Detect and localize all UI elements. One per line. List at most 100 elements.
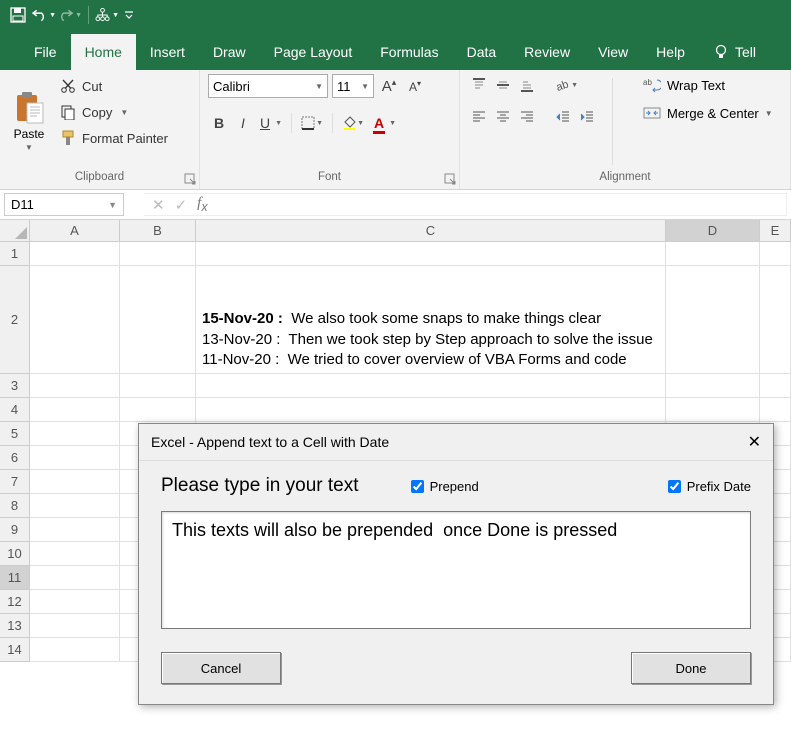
italic-button[interactable]: I <box>232 112 254 134</box>
cut-button[interactable]: Cut <box>56 74 172 98</box>
dialog-textarea[interactable] <box>161 511 751 629</box>
col-header-E[interactable]: E <box>760 220 791 242</box>
cancel-button[interactable]: Cancel <box>161 652 281 684</box>
cell[interactable] <box>30 446 120 470</box>
redo-button[interactable]: ▼ <box>58 3 82 27</box>
decrease-indent-button[interactable] <box>552 106 574 128</box>
row-header-4[interactable]: 4 <box>0 398 30 422</box>
cell[interactable] <box>30 638 120 662</box>
row-header-11[interactable]: 11 <box>0 566 30 590</box>
font-name-combo[interactable]: Calibri ▼ <box>208 74 328 98</box>
insert-function-button[interactable]: fx <box>197 195 207 214</box>
tab-draw[interactable]: Draw <box>199 34 260 70</box>
copy-button[interactable]: Copy ▼ <box>56 100 172 124</box>
increase-indent-button[interactable] <box>576 106 598 128</box>
prepend-checkbox-input[interactable] <box>411 480 424 493</box>
done-button[interactable]: Done <box>631 652 751 684</box>
clipboard-launcher-icon[interactable] <box>184 173 197 186</box>
row-header-13[interactable]: 13 <box>0 614 30 638</box>
tab-file[interactable]: File <box>20 34 71 70</box>
tab-review[interactable]: Review <box>510 34 584 70</box>
tab-formulas[interactable]: Formulas <box>366 34 452 70</box>
cell[interactable] <box>760 266 791 374</box>
row-header-6[interactable]: 6 <box>0 446 30 470</box>
tab-pagelayout[interactable]: Page Layout <box>260 34 367 70</box>
cell[interactable] <box>30 494 120 518</box>
align-right-button[interactable] <box>516 106 538 128</box>
col-header-C[interactable]: C <box>196 220 666 242</box>
close-icon[interactable]: ✕ <box>748 432 761 452</box>
font-launcher-icon[interactable] <box>444 173 457 186</box>
cell[interactable] <box>666 374 760 398</box>
bold-button[interactable]: B <box>208 112 230 134</box>
cell[interactable] <box>30 542 120 566</box>
align-top-button[interactable] <box>468 74 490 96</box>
paste-button[interactable]: Paste ▼ <box>8 74 50 169</box>
cell[interactable] <box>666 242 760 266</box>
decrease-font-button[interactable]: A▾ <box>404 75 426 97</box>
fill-color-button[interactable]: ▼ <box>338 112 368 134</box>
cell[interactable] <box>30 566 120 590</box>
cell[interactable] <box>30 374 120 398</box>
underline-button[interactable]: U▼ <box>256 112 286 134</box>
tab-data[interactable]: Data <box>453 34 511 70</box>
increase-font-button[interactable]: A▴ <box>378 75 400 97</box>
col-header-B[interactable]: B <box>120 220 196 242</box>
row-header-5[interactable]: 5 <box>0 422 30 446</box>
cell[interactable] <box>760 242 791 266</box>
prefix-date-checkbox-input[interactable] <box>668 480 681 493</box>
cancel-formula-icon[interactable]: ✕ <box>152 196 165 214</box>
cell[interactable] <box>666 266 760 374</box>
tab-insert[interactable]: Insert <box>136 34 199 70</box>
cell[interactable] <box>30 614 120 638</box>
formula-bar-input[interactable] <box>216 193 787 216</box>
merge-center-button[interactable]: Merge & Center ▼ <box>637 102 779 124</box>
row-header-10[interactable]: 10 <box>0 542 30 566</box>
name-box[interactable]: D11 ▼ <box>4 193 124 216</box>
enter-formula-icon[interactable]: ✓ <box>175 196 188 214</box>
tab-tell-me[interactable]: Tell <box>699 34 770 70</box>
cell[interactable] <box>760 374 791 398</box>
format-painter-button[interactable]: Format Painter <box>56 126 172 150</box>
row-header-1[interactable]: 1 <box>0 242 30 266</box>
tab-help[interactable]: Help <box>642 34 699 70</box>
hierarchy-icon[interactable]: ▼ <box>95 3 119 27</box>
cell[interactable] <box>30 518 120 542</box>
wrap-text-button[interactable]: ab Wrap Text <box>637 74 779 96</box>
cell[interactable] <box>30 422 120 446</box>
row-header-2[interactable]: 2 <box>0 266 30 374</box>
cell[interactable] <box>760 398 791 422</box>
select-all-corner[interactable] <box>0 220 30 242</box>
cell[interactable] <box>196 398 666 422</box>
row-header-3[interactable]: 3 <box>0 374 30 398</box>
align-left-button[interactable] <box>468 106 490 128</box>
save-icon[interactable] <box>6 3 30 27</box>
row-header-9[interactable]: 9 <box>0 518 30 542</box>
dialog-titlebar[interactable]: Excel - Append text to a Cell with Date … <box>139 424 773 461</box>
col-header-A[interactable]: A <box>30 220 120 242</box>
cell[interactable] <box>30 590 120 614</box>
cell[interactable] <box>30 266 120 374</box>
cell-C2[interactable]: 15-Nov-20 : We also took some snaps to m… <box>196 266 666 374</box>
cell[interactable] <box>196 374 666 398</box>
align-middle-button[interactable] <box>492 74 514 96</box>
orientation-button[interactable]: ab▼ <box>552 74 582 96</box>
align-center-button[interactable] <box>492 106 514 128</box>
row-header-8[interactable]: 8 <box>0 494 30 518</box>
row-header-7[interactable]: 7 <box>0 470 30 494</box>
undo-button[interactable]: ▼ <box>32 3 56 27</box>
cell[interactable] <box>666 398 760 422</box>
cell[interactable] <box>120 242 196 266</box>
cell[interactable] <box>30 242 120 266</box>
align-bottom-button[interactable] <box>516 74 538 96</box>
tab-view[interactable]: View <box>584 34 642 70</box>
font-size-combo[interactable]: 11 ▼ <box>332 74 374 98</box>
cell[interactable] <box>120 374 196 398</box>
col-header-D[interactable]: D <box>666 220 760 242</box>
font-color-button[interactable]: A ▼ <box>370 112 400 134</box>
cell[interactable] <box>120 266 196 374</box>
tab-home[interactable]: Home <box>71 34 136 70</box>
cell[interactable] <box>120 398 196 422</box>
row-header-12[interactable]: 12 <box>0 590 30 614</box>
cell[interactable] <box>196 242 666 266</box>
